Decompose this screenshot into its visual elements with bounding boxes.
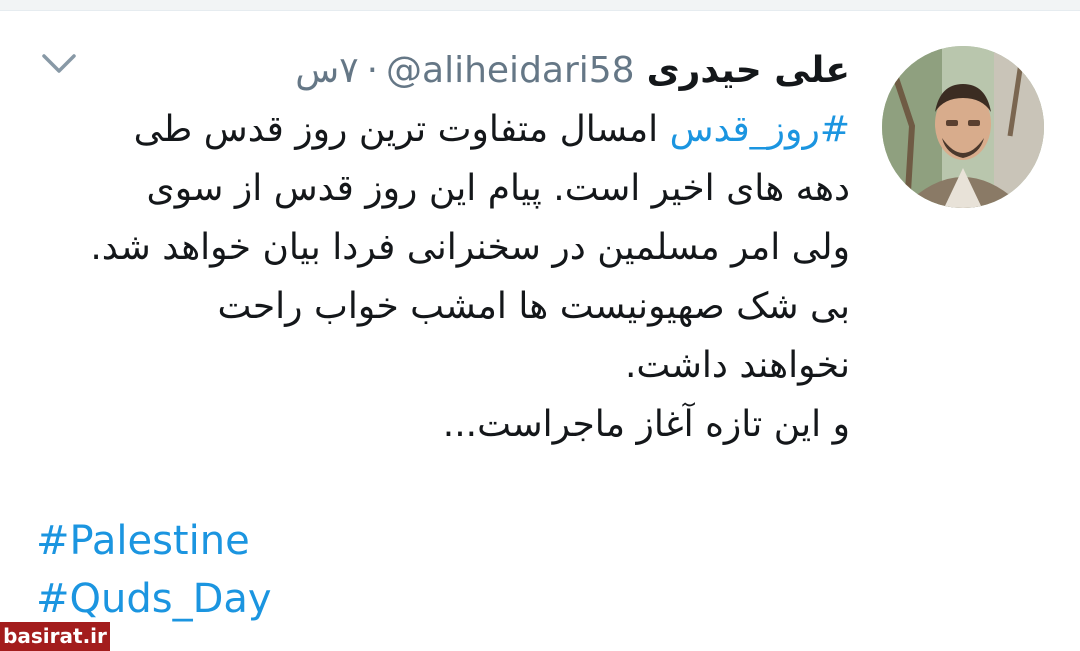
tweet-line: بی شک صهیونیست ها امشب خواب راحت — [217, 286, 850, 327]
tweet-line: دهه های اخیر است. پیام این روز قدس از سو… — [146, 168, 850, 209]
tweet-line: و این تازه آغاز ماجراست... — [442, 404, 850, 445]
tweet-time[interactable]: ۷س — [295, 50, 358, 91]
top-divider — [0, 0, 1080, 11]
tweet-header: علی حیدری @aliheidari58 · ۷س — [295, 42, 850, 98]
author-handle[interactable]: @aliheidari58 — [386, 50, 635, 91]
hashtag-quds-day[interactable]: #Quds_Day — [36, 570, 272, 628]
english-hashtags: #Palestine #Quds_Day — [36, 512, 272, 628]
author-name[interactable]: علی حیدری — [647, 50, 850, 91]
avatar[interactable] — [882, 46, 1044, 208]
hashtag-link[interactable]: #روز_قدس — [670, 109, 850, 150]
tweet-line-text: امسال متفاوت ترین روز قدس طی — [133, 109, 659, 150]
watermark-badge: basirat.ir — [0, 622, 110, 651]
hashtag-palestine[interactable]: #Palestine — [36, 512, 272, 570]
tweet-line: #روز_قدس امسال متفاوت ترین روز قدس طی — [90, 100, 850, 159]
tweet-text: #روز_قدس امسال متفاوت ترین روز قدس طی ده… — [90, 100, 850, 454]
tweet-line: ولی امر مسلمین در سخنرانی فردا بیان خواه… — [90, 227, 850, 268]
tweet-screen: علی حیدری @aliheidari58 · ۷س #روز_قدس ام… — [0, 0, 1080, 651]
separator-dot: · — [366, 49, 379, 91]
chevron-down-icon[interactable] — [40, 50, 78, 78]
tweet-line: نخواهند داشت. — [624, 345, 850, 386]
